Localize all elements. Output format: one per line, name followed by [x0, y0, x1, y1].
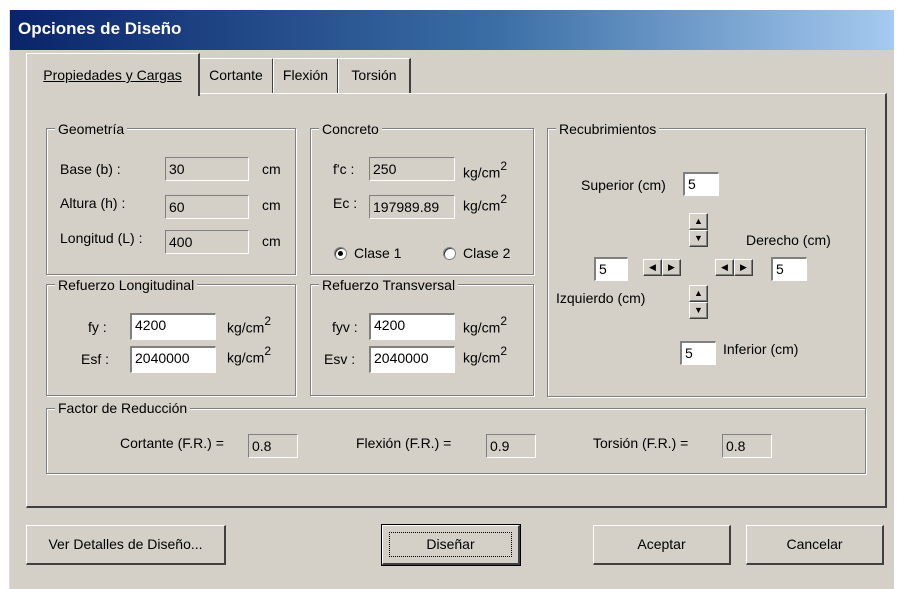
refuerzo-longitudinal-group: [46, 284, 296, 396]
superior-up-button[interactable]: ▲: [689, 213, 708, 230]
arrow-up-icon: ▲: [694, 216, 703, 226]
arrow-down-icon: ▼: [694, 305, 703, 315]
unit-exponent: 2: [500, 314, 508, 328]
arrow-up-icon: ▲: [694, 288, 703, 298]
focus-rect: [389, 532, 512, 557]
unit-text: kg/cm: [227, 319, 265, 336]
button-label: Cancelar: [786, 536, 843, 552]
arrow-left-icon: ◀: [649, 262, 656, 272]
ver-detalles-button[interactable]: Ver Detalles de Diseño...: [26, 525, 226, 565]
factor-reduccion-title: Factor de Reducción: [55, 400, 191, 416]
altura-field: 60: [165, 195, 249, 219]
izquierdo-input[interactable]: 5: [594, 257, 628, 281]
refuerzo-transversal-group: [310, 284, 534, 396]
button-label: Aceptar: [637, 536, 686, 552]
ec-unit: kg/cm2: [463, 192, 508, 214]
superior-down-button[interactable]: ▼: [689, 230, 708, 247]
tab-label: Cortante: [209, 67, 263, 83]
esv-input[interactable]: 2040000: [369, 346, 455, 373]
disenar-button[interactable]: Diseñar: [381, 524, 521, 566]
fc-field: 250: [369, 157, 455, 181]
fc-label: f'c :: [333, 161, 355, 177]
fyv-label: fyv :: [332, 319, 358, 335]
arrow-left-icon: ◀: [721, 262, 728, 272]
tab-label: Torsión: [351, 67, 397, 83]
tab-torsion[interactable]: Torsión: [338, 58, 411, 93]
base-field: 30: [165, 157, 249, 181]
esf-unit: kg/cm2: [227, 344, 272, 366]
fy-unit: kg/cm2: [227, 314, 272, 336]
ec-label: Ec :: [333, 195, 358, 211]
tab-flexion[interactable]: Flexión: [273, 58, 339, 93]
superior-label: Superior (cm): [581, 177, 666, 193]
ec-field: 197989.89: [369, 195, 455, 219]
arrow-right-icon: ▶: [740, 262, 747, 272]
unit-text: kg/cm: [463, 349, 501, 366]
inferior-label: Inferior (cm): [723, 341, 799, 357]
izquierdo-right-button[interactable]: ▶: [662, 259, 681, 276]
base-unit: cm: [262, 161, 281, 177]
inferior-input[interactable]: 5: [680, 341, 716, 365]
flexion-fr-field: 0.9: [486, 434, 536, 458]
refuerzo-transversal-title: Refuerzo Transversal: [319, 277, 459, 293]
longitud-unit: cm: [262, 233, 281, 249]
altura-label: Altura (h) :: [60, 195, 126, 211]
tab-cortante[interactable]: Cortante: [199, 58, 274, 93]
esf-input[interactable]: 2040000: [130, 346, 216, 373]
tab-propiedades-cargas[interactable]: Propiedades y Cargas: [26, 53, 200, 96]
izquierdo-left-button[interactable]: ◀: [643, 259, 662, 276]
fyv-input[interactable]: 4200: [369, 313, 455, 340]
esv-label: Esv :: [324, 351, 356, 367]
button-label: Ver Detalles de Diseño...: [48, 536, 203, 552]
geometria-title: Geometría: [55, 121, 128, 137]
inferior-up-button[interactable]: ▲: [689, 285, 708, 302]
window-title: Opciones de Diseño: [18, 19, 182, 38]
cortante-fr-label: Cortante (F.R.) =: [120, 435, 224, 451]
arrow-right-icon: ▶: [668, 262, 675, 272]
derecho-left-button[interactable]: ◀: [715, 259, 734, 276]
altura-unit: cm: [262, 197, 281, 213]
inferior-down-button[interactable]: ▼: [689, 302, 708, 319]
unit-exponent: 2: [500, 159, 508, 173]
unit-exponent: 2: [500, 192, 508, 206]
longitud-label: Longitud (L) :: [60, 230, 143, 246]
flexion-fr-label: Flexión (F.R.) =: [356, 435, 452, 451]
derecho-right-button[interactable]: ▶: [734, 259, 753, 276]
clase1-label[interactable]: Clase 1: [354, 245, 401, 261]
tab-label: Flexión: [282, 67, 329, 83]
derecho-label: Derecho (cm): [746, 232, 831, 248]
unit-exponent: 2: [264, 344, 272, 358]
arrow-down-icon: ▼: [694, 233, 703, 243]
unit-exponent: 2: [500, 344, 508, 358]
aceptar-button[interactable]: Aceptar: [593, 525, 731, 565]
torsion-fr-label: Torsión (F.R.) =: [593, 435, 689, 451]
clase1-radio[interactable]: [334, 247, 347, 260]
unit-text: kg/cm: [463, 164, 501, 181]
refuerzo-longitudinal-title: Refuerzo Longitudinal: [55, 277, 198, 293]
recubrimientos-title: Recubrimientos: [556, 121, 660, 137]
fy-label: fy :: [88, 319, 107, 335]
cancelar-button[interactable]: Cancelar: [746, 525, 884, 565]
unit-text: kg/cm: [463, 197, 501, 214]
concreto-title: Concreto: [319, 121, 382, 137]
derecho-input[interactable]: 5: [771, 257, 807, 281]
cortante-fr-field: 0.8: [248, 434, 298, 458]
izquierdo-label: Izquierdo (cm): [556, 290, 646, 306]
unit-text: kg/cm: [227, 349, 265, 366]
longitud-field: 400: [165, 230, 249, 254]
superior-input[interactable]: 5: [683, 172, 719, 196]
unit-text: kg/cm: [463, 319, 501, 336]
esv-unit: kg/cm2: [463, 344, 508, 366]
title-bar[interactable]: Opciones de Diseño: [10, 10, 894, 50]
base-label: Base (b) :: [60, 161, 121, 177]
esf-label: Esf :: [81, 351, 110, 367]
fyv-unit: kg/cm2: [463, 314, 508, 336]
fy-input[interactable]: 4200: [130, 313, 216, 340]
fc-unit: kg/cm2: [463, 159, 508, 181]
tab-label: Propiedades y Cargas: [43, 67, 182, 83]
torsion-fr-field: 0.8: [722, 434, 772, 458]
unit-exponent: 2: [264, 314, 272, 328]
clase2-radio[interactable]: [443, 247, 456, 260]
clase2-label[interactable]: Clase 2: [463, 245, 510, 261]
